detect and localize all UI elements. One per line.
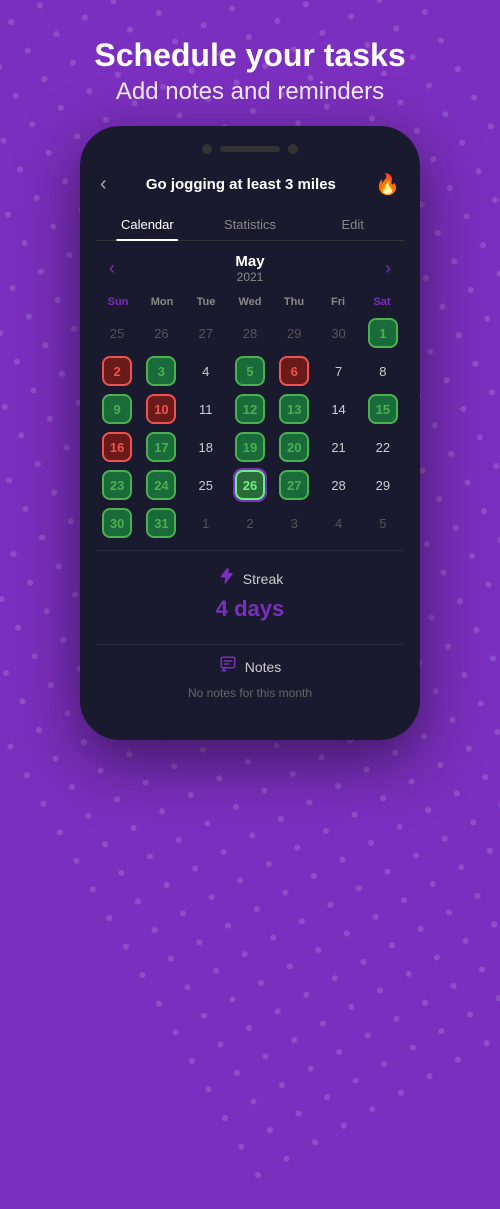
phone-content: ‹ Go jogging at least 3 miles 🔥 Calendar…	[80, 164, 420, 716]
cal-day[interactable]: 29	[273, 316, 315, 350]
notes-row: Notes	[219, 655, 282, 678]
cal-day[interactable]: 2	[96, 354, 138, 388]
cal-day[interactable]: 31	[140, 506, 182, 540]
prev-month-button[interactable]: ‹	[100, 258, 124, 279]
cal-day[interactable]: 30	[317, 316, 359, 350]
streak-label: Streak	[243, 571, 283, 587]
cal-day[interactable]: 17	[140, 430, 182, 464]
day-header-mon: Mon	[140, 294, 184, 310]
cal-day[interactable]: 24	[140, 468, 182, 502]
streak-icon	[217, 567, 235, 590]
cal-day[interactable]: 18	[185, 430, 227, 464]
camera-dot-2	[288, 144, 298, 154]
screen-title: Go jogging at least 3 miles	[115, 176, 367, 193]
cal-day[interactable]: 10	[140, 392, 182, 426]
cal-day[interactable]: 20	[273, 430, 315, 464]
screen-header: ‹ Go jogging at least 3 miles 🔥	[96, 164, 404, 209]
cal-day[interactable]: 27	[273, 468, 315, 502]
camera-dot	[202, 144, 212, 154]
calendar-grid: 25 26 27 28 29 30 1 2 3 4 5 6 7 8 9 10 1…	[96, 316, 404, 540]
cal-day[interactable]: 6	[273, 354, 315, 388]
cal-day[interactable]: 1	[362, 316, 404, 350]
hero-section: Schedule your tasks Add notes and remind…	[0, 0, 500, 126]
cal-day[interactable]: 14	[317, 392, 359, 426]
month-year-display: May 2021	[235, 253, 264, 284]
notes-icon	[219, 655, 237, 678]
cal-day[interactable]: 25	[96, 316, 138, 350]
streak-section: Streak 4 days	[96, 567, 404, 634]
notes-section: Notes No notes for this month	[96, 655, 404, 700]
notes-label: Notes	[245, 659, 282, 675]
day-header-thu: Thu	[272, 294, 316, 310]
year-text: 2021	[235, 270, 264, 284]
streak-value: 4 days	[216, 596, 285, 622]
cal-day[interactable]: 30	[96, 506, 138, 540]
tab-calendar[interactable]: Calendar	[96, 209, 199, 240]
cal-day[interactable]: 16	[96, 430, 138, 464]
tab-edit[interactable]: Edit	[301, 209, 404, 240]
streak-row: Streak	[217, 567, 283, 590]
tabs-bar: Calendar Statistics Edit	[96, 209, 404, 241]
back-button[interactable]: ‹	[100, 173, 107, 196]
cal-day[interactable]: 5	[362, 506, 404, 540]
notes-empty-text: No notes for this month	[188, 686, 312, 700]
cal-day[interactable]: 25	[185, 468, 227, 502]
phone-frame: ‹ Go jogging at least 3 miles 🔥 Calendar…	[80, 126, 420, 740]
day-header-fri: Fri	[316, 294, 360, 310]
phone-top-bar	[80, 144, 420, 164]
cal-day[interactable]: 8	[362, 354, 404, 388]
cal-day[interactable]: 13	[273, 392, 315, 426]
next-month-button[interactable]: ›	[376, 258, 400, 279]
cal-day[interactable]: 4	[317, 506, 359, 540]
day-header-sat: Sat	[360, 294, 404, 310]
speaker-bar	[220, 146, 280, 152]
day-header-wed: Wed	[228, 294, 272, 310]
cal-day[interactable]: 3	[140, 354, 182, 388]
flame-icon: 🔥	[375, 172, 400, 197]
cal-day[interactable]: 9	[96, 392, 138, 426]
cal-day[interactable]: 28	[229, 316, 271, 350]
cal-day[interactable]: 5	[229, 354, 271, 388]
cal-day[interactable]: 15	[362, 392, 404, 426]
cal-day[interactable]: 26	[229, 468, 271, 502]
day-header-tue: Tue	[184, 294, 228, 310]
cal-day[interactable]: 29	[362, 468, 404, 502]
calendar-header: ‹ May 2021 ›	[96, 253, 404, 284]
phone-camera-area	[202, 144, 298, 154]
cal-day[interactable]: 3	[273, 506, 315, 540]
cal-day[interactable]: 28	[317, 468, 359, 502]
cal-day[interactable]: 4	[185, 354, 227, 388]
cal-day[interactable]: 2	[229, 506, 271, 540]
cal-day[interactable]: 1	[185, 506, 227, 540]
day-headers-row: Sun Mon Tue Wed Thu Fri Sat	[96, 294, 404, 310]
hero-subtitle: Add notes and reminders	[20, 78, 480, 106]
cal-day[interactable]: 27	[185, 316, 227, 350]
cal-day[interactable]: 19	[229, 430, 271, 464]
cal-day[interactable]: 12	[229, 392, 271, 426]
month-name: May	[235, 253, 264, 270]
cal-day[interactable]: 22	[362, 430, 404, 464]
cal-day[interactable]: 11	[185, 392, 227, 426]
divider-2	[96, 644, 404, 645]
day-header-sun: Sun	[96, 294, 140, 310]
divider-1	[96, 550, 404, 551]
hero-title: Schedule your tasks	[20, 36, 480, 74]
tab-statistics[interactable]: Statistics	[199, 209, 302, 240]
cal-day[interactable]: 23	[96, 468, 138, 502]
cal-day[interactable]: 7	[317, 354, 359, 388]
cal-day[interactable]: 21	[317, 430, 359, 464]
cal-day[interactable]: 26	[140, 316, 182, 350]
